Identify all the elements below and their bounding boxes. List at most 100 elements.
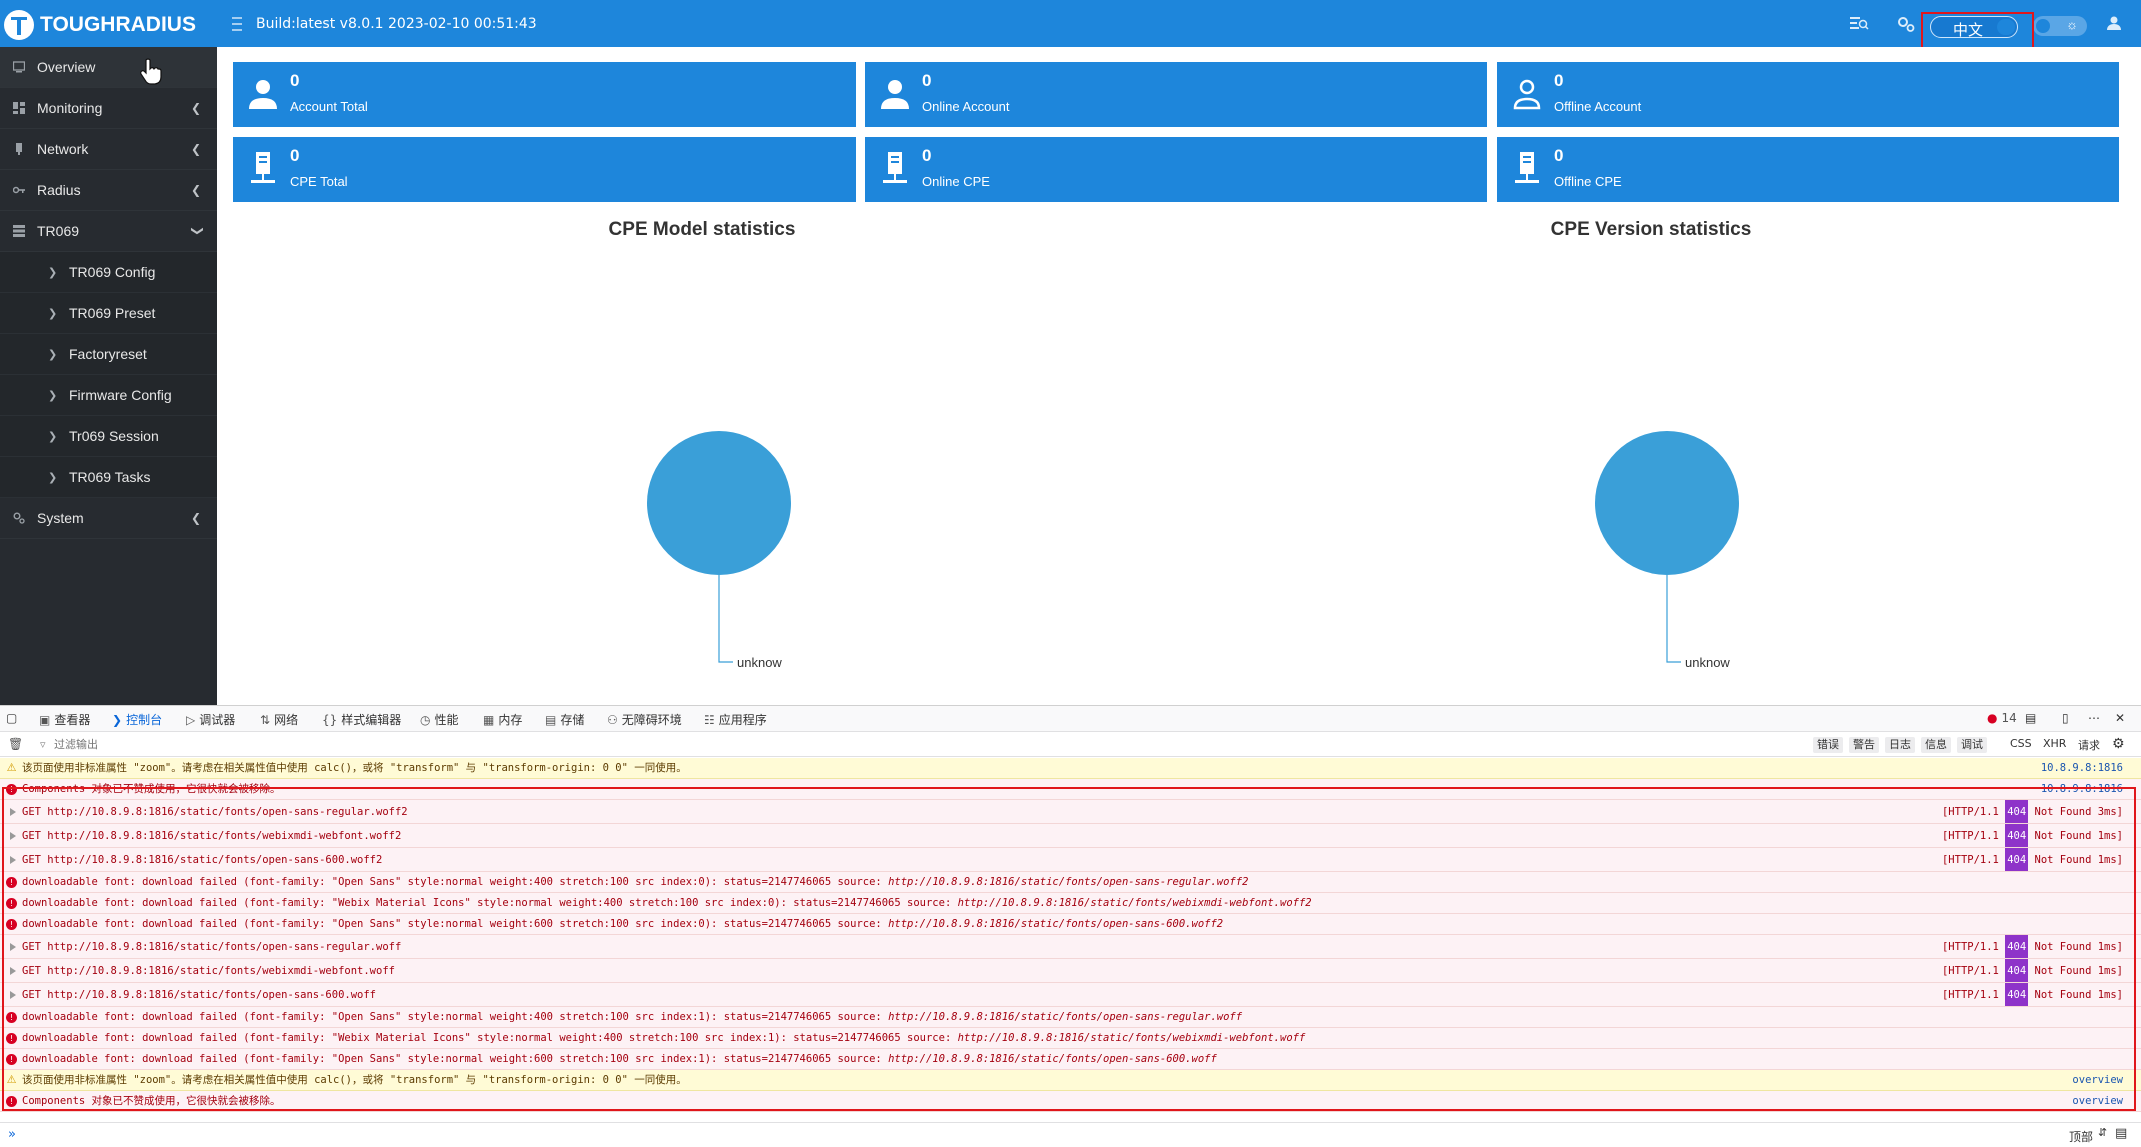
- close-icon[interactable]: ✕: [2115, 711, 2125, 725]
- sidebar-subitem-tr069-preset[interactable]: ❯ TR069 Preset: [0, 293, 217, 334]
- console-source-link[interactable]: overview: [2072, 1070, 2123, 1090]
- stat-card-cpe-total[interactable]: 0 CPE Total: [233, 137, 856, 202]
- expand-triangle-icon[interactable]: [10, 832, 16, 840]
- theme-toggle[interactable]: ☼: [2033, 16, 2087, 36]
- sidebar-subitem-tr069-session[interactable]: ❯ Tr069 Session: [0, 416, 217, 457]
- filter-warnings-button[interactable]: 警告: [1849, 737, 1879, 753]
- console-source-link[interactable]: overview: [2072, 1091, 2123, 1111]
- filter-logs-button[interactable]: 日志: [1885, 737, 1915, 753]
- http-status-prefix: [HTTP/1.1: [1941, 989, 2006, 1001]
- user-icon[interactable]: [2103, 15, 2125, 33]
- tab-console[interactable]: ❯ 控制台: [112, 711, 162, 728]
- console-message-text: downloadable font: download failed (font…: [22, 1011, 889, 1023]
- filter-requests-button[interactable]: 请求: [2078, 737, 2100, 753]
- pie-slice[interactable]: [647, 431, 791, 575]
- filter-css-button[interactable]: CSS: [2010, 737, 2032, 750]
- tab-memory[interactable]: ▦ 内存: [483, 711, 522, 728]
- filter-info-button[interactable]: 信息: [1921, 737, 1951, 753]
- warning-icon: ⚠: [6, 761, 17, 774]
- error-icon: !: [6, 1012, 17, 1023]
- tab-style-editor[interactable]: {} 样式编辑器: [322, 711, 401, 728]
- app-logo[interactable]: TOUGHRADIUS: [4, 10, 196, 40]
- stat-value: 0: [290, 146, 300, 165]
- more-options-icon[interactable]: ⋯: [2088, 711, 2100, 725]
- element-picker-icon[interactable]: ▢: [6, 711, 17, 725]
- error-icon: !: [6, 1054, 17, 1065]
- sidebar-subitem-tr069-tasks[interactable]: ❯ TR069 Tasks: [0, 457, 217, 498]
- position-select[interactable]: 顶部: [2069, 1128, 2093, 1145]
- expand-triangle-icon[interactable]: [10, 991, 16, 999]
- console-message-url[interactable]: http://10.8.9.8:1816/static/fonts/open-s…: [888, 1011, 1242, 1023]
- tab-debugger[interactable]: ▷ 调试器: [186, 711, 235, 728]
- console-source-link[interactable]: 10.8.9.8:1816: [2041, 758, 2123, 778]
- tab-label: 网络: [274, 713, 299, 727]
- network-icon: ⇅: [260, 713, 271, 727]
- console-message-url[interactable]: http://10.8.9.8:1816/static/fonts/webixm…: [958, 1032, 1306, 1044]
- expand-triangle-icon[interactable]: [10, 808, 16, 816]
- tab-performance[interactable]: ◷ 性能: [420, 711, 459, 728]
- console-message-net[interactable]: GET http://10.8.9.8:1816/static/fonts/op…: [0, 983, 2141, 1007]
- sidebar-item-network[interactable]: Network ❮: [0, 129, 217, 170]
- sidebar-item-monitoring[interactable]: Monitoring ❮: [0, 88, 217, 129]
- settings-gear-icon[interactable]: ⚙: [2112, 736, 2125, 752]
- console-message-net[interactable]: GET http://10.8.9.8:1816/static/fonts/op…: [0, 848, 2141, 872]
- stat-card-offline-account[interactable]: 0 Offline Account: [1497, 62, 2119, 127]
- expand-triangle-icon[interactable]: [10, 943, 16, 951]
- error-counter[interactable]: ● 14: [1987, 711, 2017, 725]
- chevron-updown-icon[interactable]: ⇵: [2098, 1126, 2107, 1139]
- console-message-net[interactable]: GET http://10.8.9.8:1816/static/fonts/we…: [0, 824, 2141, 848]
- stat-card-online-account[interactable]: 0 Online Account: [865, 62, 1487, 127]
- http-status-prefix: [HTTP/1.1: [1941, 854, 2006, 866]
- sidebar-item-radius[interactable]: Radius ❮: [0, 170, 217, 211]
- editor-mode-icon[interactable]: ▤: [2115, 1126, 2127, 1141]
- responsive-mode-icon[interactable]: ▯: [2062, 711, 2069, 725]
- tab-network[interactable]: ⇅ 网络: [260, 711, 298, 728]
- inspector-icon: ▣: [39, 713, 51, 727]
- filter-debug-button[interactable]: 调试: [1957, 737, 1987, 753]
- sidebar-item-overview[interactable]: Overview: [0, 47, 217, 88]
- pie-slice-label: unknow: [737, 655, 782, 670]
- split-console-icon[interactable]: ▤: [2025, 711, 2036, 725]
- tab-label: 应用程序: [718, 713, 767, 727]
- console-message-url[interactable]: http://10.8.9.8:1816/static/fonts/open-s…: [888, 1053, 1217, 1065]
- filter-xhr-button[interactable]: XHR: [2043, 737, 2066, 750]
- expand-triangle-icon[interactable]: [10, 856, 16, 864]
- gears-icon: [13, 512, 25, 524]
- language-toggle[interactable]: 中文: [1930, 16, 2018, 39]
- console-input[interactable]: [26, 1126, 2016, 1144]
- console-message-net[interactable]: GET http://10.8.9.8:1816/static/fonts/op…: [0, 935, 2141, 959]
- search-list-icon[interactable]: [1848, 15, 1870, 33]
- console-message-text: downloadable font: download failed (font…: [22, 1032, 958, 1044]
- console-message-url[interactable]: http://10.8.9.8:1816/static/fonts/webixm…: [958, 897, 1312, 909]
- trash-icon[interactable]: 🗑: [8, 737, 23, 751]
- tab-application[interactable]: ☷ 应用程序: [704, 711, 767, 728]
- stat-card-account-total[interactable]: 0 Account Total: [233, 62, 856, 127]
- stat-card-offline-cpe[interactable]: 0 Offline CPE: [1497, 137, 2119, 202]
- tab-inspector[interactable]: ▣ 查看器: [39, 711, 90, 728]
- tab-storage[interactable]: ▤ 存储: [545, 711, 584, 728]
- console-message-err: ! downloadable font: download failed (fon…: [0, 872, 2141, 893]
- gears-icon[interactable]: [1895, 15, 1917, 33]
- console-message-url[interactable]: http://10.8.9.8:1816/static/fonts/open-s…: [888, 918, 1223, 930]
- sidebar-subitem-factoryreset[interactable]: ❯ Factoryreset: [0, 334, 217, 375]
- pie-slice[interactable]: [1595, 431, 1739, 575]
- filter-input[interactable]: [54, 736, 454, 754]
- console-message-url[interactable]: http://10.8.9.8:1816/static/fonts/open-s…: [888, 876, 1248, 888]
- network-icon: [13, 143, 25, 155]
- expand-triangle-icon[interactable]: [10, 967, 16, 975]
- error-icon: !: [6, 898, 17, 909]
- console-source-link[interactable]: 10.8.9.8:1816: [2041, 779, 2123, 799]
- console-message-net[interactable]: GET http://10.8.9.8:1816/static/fonts/op…: [0, 800, 2141, 824]
- sidebar-subitem-tr069-config[interactable]: ❯ TR069 Config: [0, 252, 217, 293]
- menu-toggle-icon[interactable]: [232, 17, 242, 31]
- stat-card-online-cpe[interactable]: 0 Online CPE: [865, 137, 1487, 202]
- console-message-text: Components 对象已不赞成使用，它很快就会被移除。: [22, 1095, 281, 1107]
- http-status-suffix: Not Found 3ms]: [2028, 806, 2123, 818]
- sidebar-item-tr069[interactable]: TR069 ❮: [0, 211, 217, 252]
- memory-icon: ▦: [483, 713, 495, 727]
- console-message-net[interactable]: GET http://10.8.9.8:1816/static/fonts/we…: [0, 959, 2141, 983]
- sidebar-subitem-firmware-config[interactable]: ❯ Firmware Config: [0, 375, 217, 416]
- tab-accessibility[interactable]: ⚇ 无障碍环境: [607, 711, 682, 728]
- filter-errors-button[interactable]: 错误: [1813, 737, 1843, 753]
- sidebar-item-system[interactable]: System ❮: [0, 498, 217, 539]
